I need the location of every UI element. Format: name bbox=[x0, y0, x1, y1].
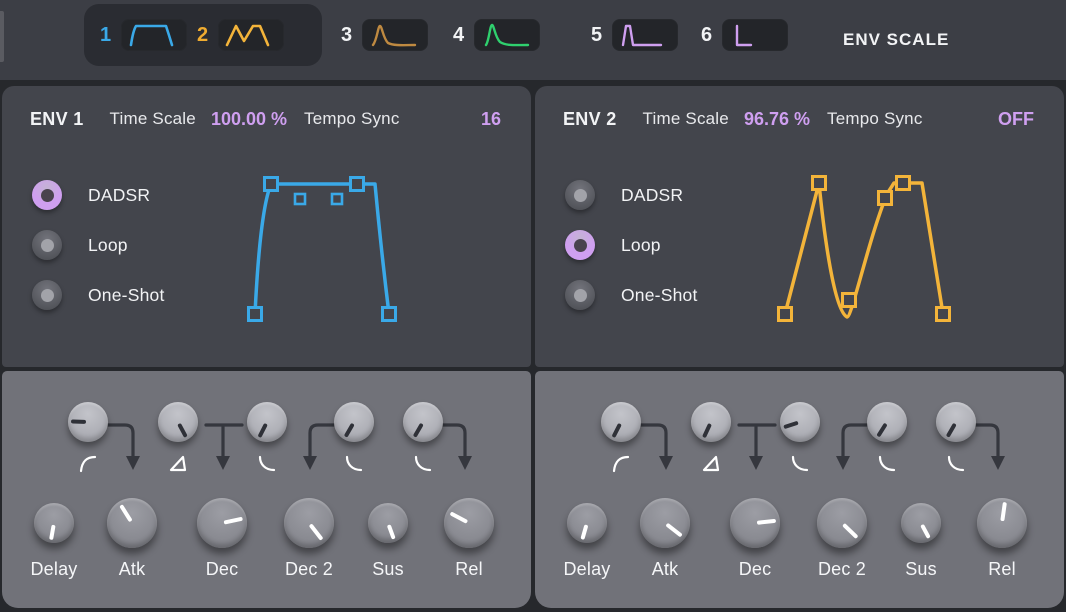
down-arrow-icon bbox=[126, 456, 140, 470]
stage-knob-label: Dec bbox=[739, 559, 772, 580]
envelope-node-handle[interactable] bbox=[843, 294, 856, 307]
env1-curve-display[interactable] bbox=[2, 86, 531, 367]
curve-knob-1[interactable] bbox=[601, 402, 641, 442]
down-arrow-icon bbox=[659, 456, 673, 470]
down-arrow-icon bbox=[303, 456, 317, 470]
env2-panel: ENV 2 Time Scale 96.76 % Tempo Sync OFF … bbox=[535, 86, 1064, 367]
stage-knob-sus[interactable] bbox=[901, 503, 941, 543]
env2-knob-panel: Delay Atk Dec Dec 2 Sus Rel bbox=[535, 371, 1064, 608]
env1-knob-panel: Delay Atk Dec Dec 2 Sus Rel bbox=[2, 371, 531, 608]
down-arrow-icon bbox=[749, 456, 763, 470]
left-edge-accent bbox=[0, 11, 4, 62]
curve-shape-ease-in-icon bbox=[946, 454, 966, 474]
stage-knob-dec-2[interactable] bbox=[284, 498, 334, 548]
curve-shape-ease-in-icon bbox=[413, 454, 433, 474]
stage-knob-label: Dec 2 bbox=[818, 559, 866, 580]
stage-knob-label: Dec bbox=[206, 559, 239, 580]
active-env-tab-group: 1 2 bbox=[84, 4, 322, 66]
tab-env-5[interactable]: 5 bbox=[590, 4, 678, 66]
curve-shape-linear-icon bbox=[701, 454, 721, 474]
stage-knob-dec-2[interactable] bbox=[817, 498, 867, 548]
stage-knob-atk[interactable] bbox=[107, 498, 157, 548]
curve-shape-ease-in-icon bbox=[790, 454, 810, 474]
stage-knob-label: Sus bbox=[905, 559, 937, 580]
tab-env-3-number: 3 bbox=[340, 24, 353, 47]
curve-shape-ease-in-icon bbox=[877, 454, 897, 474]
stage-knob-dec[interactable] bbox=[730, 498, 780, 548]
tab-env-6-curve-icon bbox=[722, 19, 788, 51]
stage-knob-rel[interactable] bbox=[977, 498, 1027, 548]
stage-knob-sus[interactable] bbox=[368, 503, 408, 543]
tab-env-4[interactable]: 4 bbox=[452, 4, 540, 66]
down-arrow-icon bbox=[991, 456, 1005, 470]
envelope-node-handle[interactable] bbox=[383, 308, 396, 321]
env2-curve-display[interactable] bbox=[535, 86, 1064, 367]
tab-env-1-number: 1 bbox=[99, 24, 112, 47]
envelope-node-handle[interactable] bbox=[249, 308, 262, 321]
tab-env-4-curve-icon bbox=[474, 19, 540, 51]
envelope-node-handle[interactable] bbox=[779, 308, 792, 321]
stage-knob-delay[interactable] bbox=[34, 503, 74, 543]
curve-shape-ease-out-icon bbox=[611, 454, 631, 474]
envelope-editor-window: 1 2 3 4 5 bbox=[0, 0, 1066, 612]
envelope-node-handle[interactable] bbox=[813, 177, 826, 190]
stage-knob-delay[interactable] bbox=[567, 503, 607, 543]
tab-env-6-number: 6 bbox=[700, 24, 713, 47]
curve-shape-linear-icon bbox=[168, 454, 188, 474]
tab-env-2-curve-icon bbox=[218, 19, 284, 51]
stage-knob-label: Sus bbox=[372, 559, 404, 580]
stage-knob-label: Atk bbox=[119, 559, 146, 580]
tab-env-2-number: 2 bbox=[196, 24, 209, 47]
curve-knob-5[interactable] bbox=[403, 402, 443, 442]
curve-knob-3[interactable] bbox=[247, 402, 287, 442]
down-arrow-icon bbox=[836, 456, 850, 470]
stage-knob-label: Atk bbox=[652, 559, 679, 580]
envelope-curve-handle[interactable] bbox=[332, 194, 342, 204]
env1-panel: ENV 1 Time Scale 100.00 % Tempo Sync 16 … bbox=[2, 86, 531, 367]
stage-knob-atk[interactable] bbox=[640, 498, 690, 548]
tab-env-3-curve-icon bbox=[362, 19, 428, 51]
tab-env-3[interactable]: 3 bbox=[340, 4, 428, 66]
down-arrow-icon bbox=[458, 456, 472, 470]
curve-shape-ease-in-icon bbox=[344, 454, 364, 474]
envelope-tab-bar: 1 2 3 4 5 bbox=[0, 0, 1066, 80]
stage-knob-label: Delay bbox=[30, 559, 77, 580]
stage-knob-dec[interactable] bbox=[197, 498, 247, 548]
stage-knob-label: Delay bbox=[563, 559, 610, 580]
curve-knob-4[interactable] bbox=[334, 402, 374, 442]
curve-knob-2[interactable] bbox=[691, 402, 731, 442]
envelope-node-handle[interactable] bbox=[351, 178, 364, 191]
curve-knob-4[interactable] bbox=[867, 402, 907, 442]
envelope-curve-handle[interactable] bbox=[295, 194, 305, 204]
tab-env-5-number: 5 bbox=[590, 24, 603, 47]
tab-env-5-curve-icon bbox=[612, 19, 678, 51]
curve-knob-1[interactable] bbox=[68, 402, 108, 442]
curve-knob-3[interactable] bbox=[780, 402, 820, 442]
env-scale-label[interactable]: ENV SCALE bbox=[843, 30, 949, 50]
envelope-node-handle[interactable] bbox=[897, 177, 910, 190]
tab-env-6[interactable]: 6 bbox=[700, 4, 788, 66]
down-arrow-icon bbox=[216, 456, 230, 470]
tab-env-4-number: 4 bbox=[452, 24, 465, 47]
curve-shape-ease-in-icon bbox=[257, 454, 277, 474]
envelope-node-handle[interactable] bbox=[265, 178, 278, 191]
stage-knob-rel[interactable] bbox=[444, 498, 494, 548]
tab-env-1[interactable]: 1 bbox=[99, 19, 187, 51]
curve-knob-5[interactable] bbox=[936, 402, 976, 442]
tab-env-1-curve-icon bbox=[121, 19, 187, 51]
stage-knob-label: Rel bbox=[988, 559, 1016, 580]
stage-knob-label: Rel bbox=[455, 559, 483, 580]
envelope-node-handle[interactable] bbox=[879, 192, 892, 205]
curve-shape-ease-out-icon bbox=[78, 454, 98, 474]
tab-env-2[interactable]: 2 bbox=[196, 19, 284, 51]
curve-knob-2[interactable] bbox=[158, 402, 198, 442]
stage-knob-label: Dec 2 bbox=[285, 559, 333, 580]
envelope-node-handle[interactable] bbox=[937, 308, 950, 321]
